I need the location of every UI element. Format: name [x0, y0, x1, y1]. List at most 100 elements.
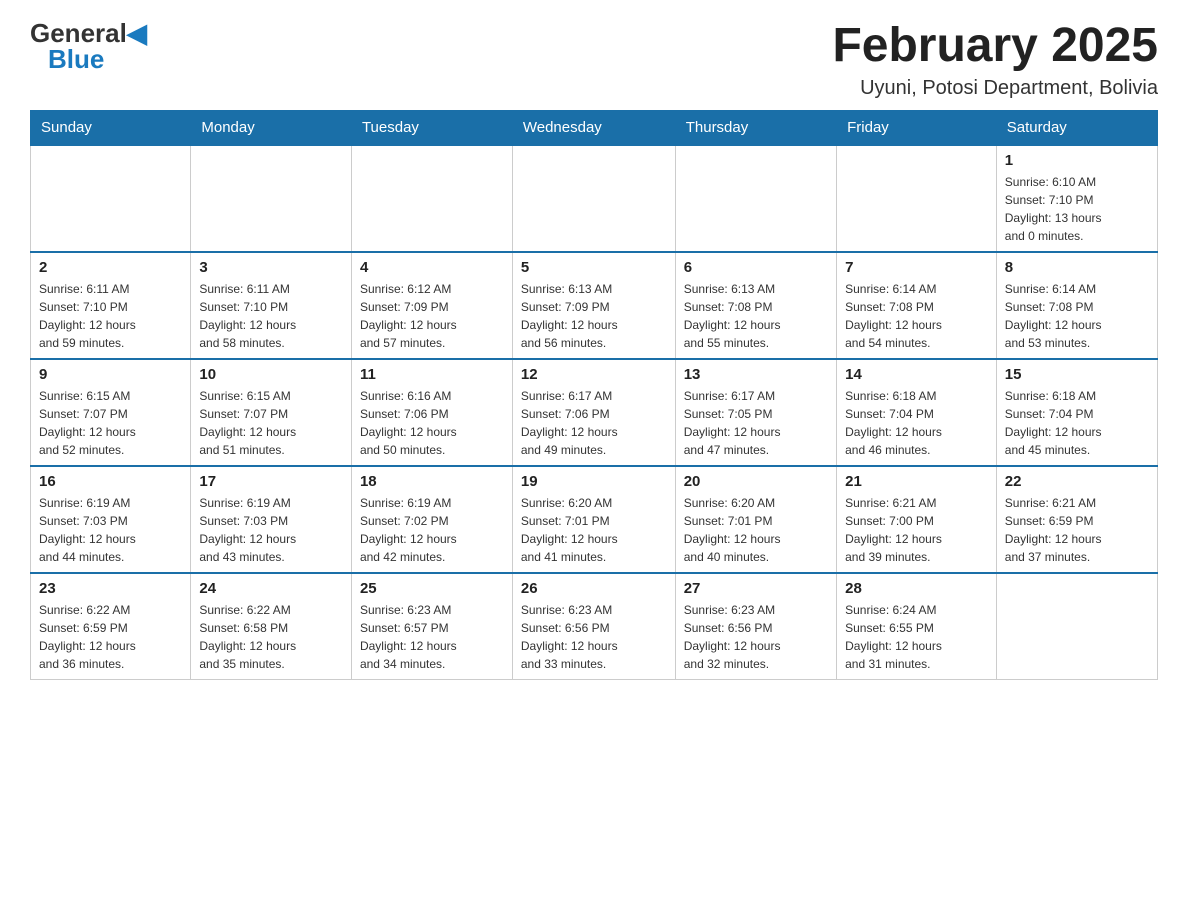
calendar-cell: 7 Sunrise: 6:14 AMSunset: 7:08 PMDaylight…	[837, 252, 997, 359]
day-info: Sunrise: 6:11 AMSunset: 7:10 PMDaylight:…	[39, 280, 182, 352]
calendar-cell: 5Sunrise: 6:13 AMSunset: 7:09 PMDaylight…	[512, 252, 675, 359]
day-info: Sunrise: 6:20 AMSunset: 7:01 PMDaylight:…	[684, 494, 828, 566]
calendar-table: Sunday Monday Tuesday Wednesday Thursday…	[30, 110, 1158, 680]
day-info: Sunrise: 6:23 AMSunset: 6:56 PMDaylight:…	[684, 601, 828, 673]
day-number: 8	[1005, 259, 1149, 276]
calendar-cell: 23 Sunrise: 6:22 AMSunset: 6:59 PMDayligh…	[31, 573, 191, 680]
day-info: Sunrise: 6:18 AMSunset: 7:04 PMDaylight:…	[845, 387, 988, 459]
calendar-cell: 2 Sunrise: 6:11 AMSunset: 7:10 PMDaylight…	[31, 252, 191, 359]
day-info: Sunrise: 6:12 AMSunset: 7:09 PMDaylight:…	[360, 280, 504, 352]
calendar-cell: 25 Sunrise: 6:23 AMSunset: 6:57 PMDayligh…	[351, 573, 512, 680]
calendar-cell: 13 Sunrise: 6:17 AMSunset: 7:05 PMDayligh…	[675, 359, 836, 466]
calendar-cell	[512, 145, 675, 252]
calendar-cell	[996, 573, 1157, 680]
title-section: February 2025 Uyuni, Potosi Department, …	[832, 20, 1158, 100]
day-number: 1	[1005, 152, 1149, 169]
day-number: 27	[684, 580, 828, 597]
day-number: 3	[199, 259, 343, 276]
day-info: Sunrise: 6:16 AMSunset: 7:06 PMDaylight:…	[360, 387, 504, 459]
calendar-cell: 6Sunrise: 6:13 AMSunset: 7:08 PMDaylight…	[675, 252, 836, 359]
day-info: Sunrise: 6:14 AMSunset: 7:08 PMDaylight:…	[1005, 280, 1149, 352]
col-thursday: Thursday	[675, 110, 836, 145]
calendar-cell: 26Sunrise: 6:23 AMSunset: 6:56 PMDayligh…	[512, 573, 675, 680]
calendar-cell: 21Sunrise: 6:21 AMSunset: 7:00 PMDayligh…	[837, 466, 997, 573]
calendar-cell: 15 Sunrise: 6:18 AMSunset: 7:04 PMDayligh…	[996, 359, 1157, 466]
col-monday: Monday	[191, 110, 352, 145]
day-number: 4	[360, 259, 504, 276]
day-info: Sunrise: 6:22 AMSunset: 6:58 PMDaylight:…	[199, 601, 343, 673]
day-number: 17	[199, 473, 343, 490]
location: Uyuni, Potosi Department, Bolivia	[832, 77, 1158, 100]
col-wednesday: Wednesday	[512, 110, 675, 145]
calendar-cell: 8 Sunrise: 6:14 AMSunset: 7:08 PMDaylight…	[996, 252, 1157, 359]
col-sunday: Sunday	[31, 110, 191, 145]
day-info: Sunrise: 6:14 AMSunset: 7:08 PMDaylight:…	[845, 280, 988, 352]
day-number: 11	[360, 366, 504, 383]
day-info: Sunrise: 6:20 AMSunset: 7:01 PMDaylight:…	[521, 494, 667, 566]
day-number: 10	[199, 366, 343, 383]
day-info: Sunrise: 6:21 AMSunset: 7:00 PMDaylight:…	[845, 494, 988, 566]
calendar-cell: 16Sunrise: 6:19 AMSunset: 7:03 PMDayligh…	[31, 466, 191, 573]
logo-blue-text: Blue	[48, 46, 104, 72]
calendar-cell: 18 Sunrise: 6:19 AMSunset: 7:02 PMDayligh…	[351, 466, 512, 573]
calendar-week-row: 16Sunrise: 6:19 AMSunset: 7:03 PMDayligh…	[31, 466, 1158, 573]
calendar-cell: 11 Sunrise: 6:16 AMSunset: 7:06 PMDayligh…	[351, 359, 512, 466]
calendar-cell: 12 Sunrise: 6:17 AMSunset: 7:06 PMDayligh…	[512, 359, 675, 466]
day-number: 13	[684, 366, 828, 383]
col-saturday: Saturday	[996, 110, 1157, 145]
day-info: Sunrise: 6:21 AMSunset: 6:59 PMDaylight:…	[1005, 494, 1149, 566]
calendar-cell: 9 Sunrise: 6:15 AMSunset: 7:07 PMDaylight…	[31, 359, 191, 466]
calendar-cell: 10 Sunrise: 6:15 AMSunset: 7:07 PMDayligh…	[191, 359, 352, 466]
calendar-cell: 1 Sunrise: 6:10 AMSunset: 7:10 PMDaylight…	[996, 145, 1157, 252]
day-info: Sunrise: 6:24 AMSunset: 6:55 PMDaylight:…	[845, 601, 988, 673]
calendar-cell	[191, 145, 352, 252]
day-info: Sunrise: 6:23 AMSunset: 6:57 PMDaylight:…	[360, 601, 504, 673]
day-number: 12	[521, 366, 667, 383]
calendar-cell: 20 Sunrise: 6:20 AMSunset: 7:01 PMDayligh…	[675, 466, 836, 573]
day-number: 28	[845, 580, 988, 597]
day-info: Sunrise: 6:17 AMSunset: 7:06 PMDaylight:…	[521, 387, 667, 459]
day-info: Sunrise: 6:22 AMSunset: 6:59 PMDaylight:…	[39, 601, 182, 673]
page-header: General◀ Blue February 2025 Uyuni, Potos…	[30, 20, 1158, 100]
day-number: 25	[360, 580, 504, 597]
day-number: 19	[521, 473, 667, 490]
calendar-cell: 28 Sunrise: 6:24 AMSunset: 6:55 PMDayligh…	[837, 573, 997, 680]
day-number: 20	[684, 473, 828, 490]
calendar-header-row: Sunday Monday Tuesday Wednesday Thursday…	[31, 110, 1158, 145]
calendar-week-row: 9 Sunrise: 6:15 AMSunset: 7:07 PMDaylight…	[31, 359, 1158, 466]
calendar-cell: 3 Sunrise: 6:11 AMSunset: 7:10 PMDaylight…	[191, 252, 352, 359]
calendar-cell: 17Sunrise: 6:19 AMSunset: 7:03 PMDayligh…	[191, 466, 352, 573]
day-info: Sunrise: 6:15 AMSunset: 7:07 PMDaylight:…	[39, 387, 182, 459]
day-number: 23	[39, 580, 182, 597]
day-number: 24	[199, 580, 343, 597]
calendar-cell: 24 Sunrise: 6:22 AMSunset: 6:58 PMDayligh…	[191, 573, 352, 680]
month-title: February 2025	[832, 20, 1158, 73]
calendar-cell	[837, 145, 997, 252]
calendar-cell	[675, 145, 836, 252]
calendar-cell: 22Sunrise: 6:21 AMSunset: 6:59 PMDayligh…	[996, 466, 1157, 573]
day-info: Sunrise: 6:10 AMSunset: 7:10 PMDaylight:…	[1005, 173, 1149, 245]
day-number: 14	[845, 366, 988, 383]
day-number: 7	[845, 259, 988, 276]
calendar-cell: 14 Sunrise: 6:18 AMSunset: 7:04 PMDayligh…	[837, 359, 997, 466]
day-info: Sunrise: 6:17 AMSunset: 7:05 PMDaylight:…	[684, 387, 828, 459]
calendar-week-row: 1 Sunrise: 6:10 AMSunset: 7:10 PMDaylight…	[31, 145, 1158, 252]
day-info: Sunrise: 6:15 AMSunset: 7:07 PMDaylight:…	[199, 387, 343, 459]
logo-general-text: General◀	[30, 20, 147, 46]
day-number: 2	[39, 259, 182, 276]
day-info: Sunrise: 6:11 AMSunset: 7:10 PMDaylight:…	[199, 280, 343, 352]
calendar-week-row: 2 Sunrise: 6:11 AMSunset: 7:10 PMDaylight…	[31, 252, 1158, 359]
day-info: Sunrise: 6:18 AMSunset: 7:04 PMDaylight:…	[1005, 387, 1149, 459]
day-number: 15	[1005, 366, 1149, 383]
calendar-cell: 4 Sunrise: 6:12 AMSunset: 7:09 PMDaylight…	[351, 252, 512, 359]
day-info: Sunrise: 6:19 AMSunset: 7:02 PMDaylight:…	[360, 494, 504, 566]
day-number: 5	[521, 259, 667, 276]
logo-triangle-icon: ◀	[127, 18, 147, 48]
calendar-cell	[31, 145, 191, 252]
day-number: 18	[360, 473, 504, 490]
calendar-cell: 19 Sunrise: 6:20 AMSunset: 7:01 PMDayligh…	[512, 466, 675, 573]
col-tuesday: Tuesday	[351, 110, 512, 145]
col-friday: Friday	[837, 110, 997, 145]
day-number: 9	[39, 366, 182, 383]
day-info: Sunrise: 6:23 AMSunset: 6:56 PMDaylight:…	[521, 601, 667, 673]
